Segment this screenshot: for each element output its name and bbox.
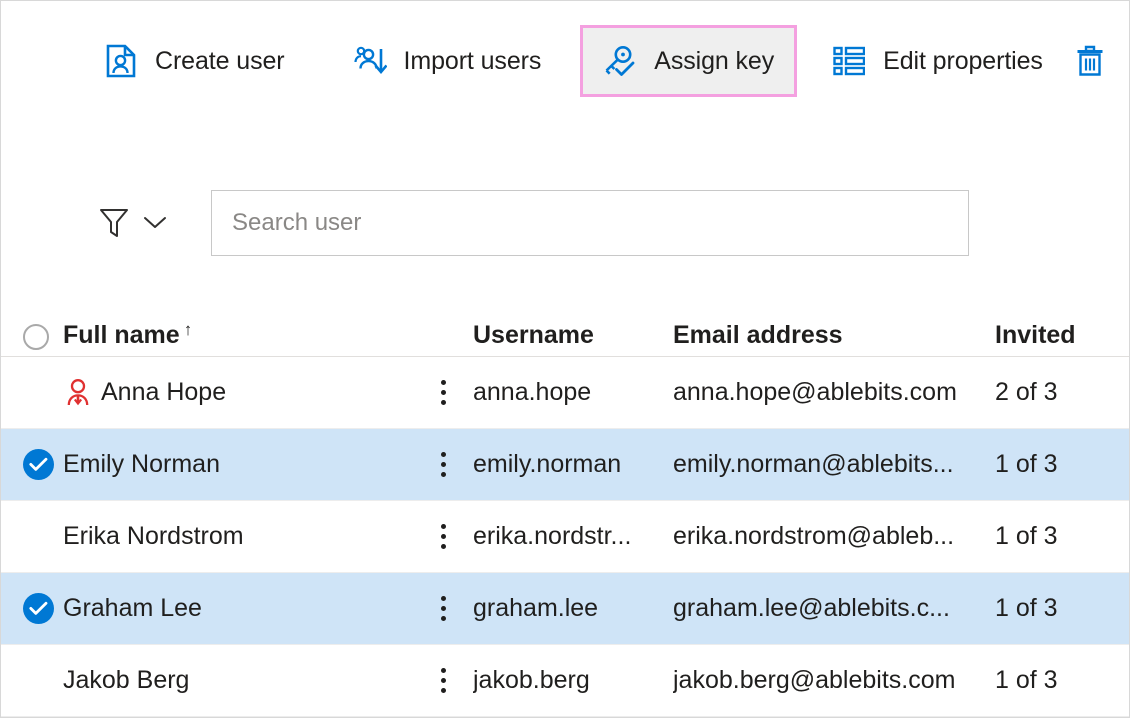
row-checkbox-checked[interactable]: [23, 449, 54, 480]
search-user-box[interactable]: [211, 190, 969, 256]
table-row[interactable]: Jakob Berg jakob.berg jakob.berg@ablebits.…: [1, 645, 1129, 717]
row-full-name: Anna Hope: [101, 378, 227, 406]
row-more-options-icon[interactable]: [440, 524, 446, 549]
assign-key-button[interactable]: Assign key: [580, 25, 798, 97]
command-bar: Create user Import users Assign key Edit…: [1, 1, 1129, 121]
delete-button[interactable]: [1060, 31, 1120, 91]
row-email: graham.lee@ablebits.c...: [673, 594, 950, 622]
row-more-options-button[interactable]: [413, 596, 473, 621]
funnel-icon: [98, 206, 130, 240]
assign-key-label: Assign key: [654, 46, 775, 75]
row-full-name-cell: Jakob Berg: [63, 666, 413, 695]
row-full-name: Jakob Berg: [63, 666, 190, 694]
column-header-username[interactable]: Username: [473, 321, 673, 350]
import-users-button[interactable]: Import users: [336, 31, 559, 91]
row-more-options-button[interactable]: [413, 524, 473, 549]
row-invited: 1 of 3: [995, 450, 1058, 478]
edit-properties-button[interactable]: Edit properties: [815, 31, 1060, 91]
filter-dropdown[interactable]: [98, 199, 168, 247]
trash-icon: [1073, 44, 1107, 78]
create-user-icon: [104, 44, 138, 78]
column-header-invited[interactable]: Invited: [995, 321, 1129, 350]
create-user-button[interactable]: Create user: [87, 31, 302, 91]
row-more-options-icon[interactable]: [440, 452, 446, 477]
chevron-down-icon: [142, 210, 168, 236]
row-more-options-icon[interactable]: [440, 596, 446, 621]
row-select-cell[interactable]: [1, 449, 63, 480]
row-email: jakob.berg@ablebits.com: [673, 666, 956, 694]
row-invited: 1 of 3: [995, 666, 1058, 694]
row-more-options-button[interactable]: [413, 452, 473, 477]
row-more-options-icon[interactable]: [440, 380, 446, 405]
row-email: erika.nordstrom@ableb...: [673, 522, 955, 550]
row-username: jakob.berg: [473, 666, 590, 694]
column-header-full-name[interactable]: Full name ↑: [63, 321, 413, 350]
row-select-cell[interactable]: [1, 593, 63, 624]
table-row[interactable]: Graham Lee graham.lee graham.lee@ablebits.…: [1, 573, 1129, 645]
row-username: emily.norman: [473, 450, 622, 478]
row-email: emily.norman@ablebits...: [673, 450, 954, 478]
filter-search-bar: [1, 187, 1129, 259]
row-invited: 1 of 3: [995, 594, 1058, 622]
assign-key-icon: [603, 44, 637, 78]
edit-properties-icon: [832, 44, 866, 78]
row-checkbox-checked[interactable]: [23, 593, 54, 624]
table-row[interactable]: Anna Hope anna.hope anna.hope@ablebits.com…: [1, 357, 1129, 429]
import-users-icon: [353, 44, 387, 78]
table-header-row: Full name ↑ Username Email address Invit…: [1, 297, 1129, 357]
table-body: Anna Hope anna.hope anna.hope@ablebits.com…: [1, 357, 1129, 717]
row-more-options-icon[interactable]: [440, 668, 446, 693]
row-username: graham.lee: [473, 594, 599, 622]
row-full-name: Graham Lee: [63, 594, 202, 622]
import-users-label: Import users: [403, 46, 542, 75]
user-warning-icon: [63, 378, 93, 408]
row-invited: 2 of 3: [995, 378, 1058, 406]
select-all-checkbox[interactable]: [23, 324, 49, 350]
row-full-name-cell: Graham Lee: [63, 594, 413, 623]
column-header-email[interactable]: Email address: [673, 321, 995, 350]
row-username: anna.hope: [473, 378, 592, 406]
sort-ascending-icon: ↑: [183, 321, 193, 339]
row-full-name-cell: Erika Nordstrom: [63, 522, 413, 551]
user-management-panel: Create user Import users Assign key Edit…: [0, 0, 1130, 718]
users-table: Full name ↑ Username Email address Invit…: [1, 297, 1129, 717]
row-full-name: Emily Norman: [63, 450, 220, 478]
table-row[interactable]: Emily Norman emily.norman emily.norman@abl…: [1, 429, 1129, 501]
row-full-name: Erika Nordstrom: [63, 522, 244, 550]
row-full-name-cell: Anna Hope: [63, 378, 413, 408]
create-user-label: Create user: [155, 46, 285, 75]
row-email: anna.hope@ablebits.com: [673, 378, 957, 406]
row-more-options-button[interactable]: [413, 380, 473, 405]
row-more-options-button[interactable]: [413, 668, 473, 693]
search-input[interactable]: [232, 191, 948, 255]
row-invited: 1 of 3: [995, 522, 1058, 550]
table-row[interactable]: Erika Nordstrom erika.nordstr... erika.nor…: [1, 501, 1129, 573]
select-all-cell[interactable]: [1, 324, 63, 350]
column-header-full-name-label: Full name: [63, 321, 180, 349]
row-username: erika.nordstr...: [473, 522, 632, 550]
row-full-name-cell: Emily Norman: [63, 450, 413, 479]
edit-properties-label: Edit properties: [883, 46, 1043, 75]
